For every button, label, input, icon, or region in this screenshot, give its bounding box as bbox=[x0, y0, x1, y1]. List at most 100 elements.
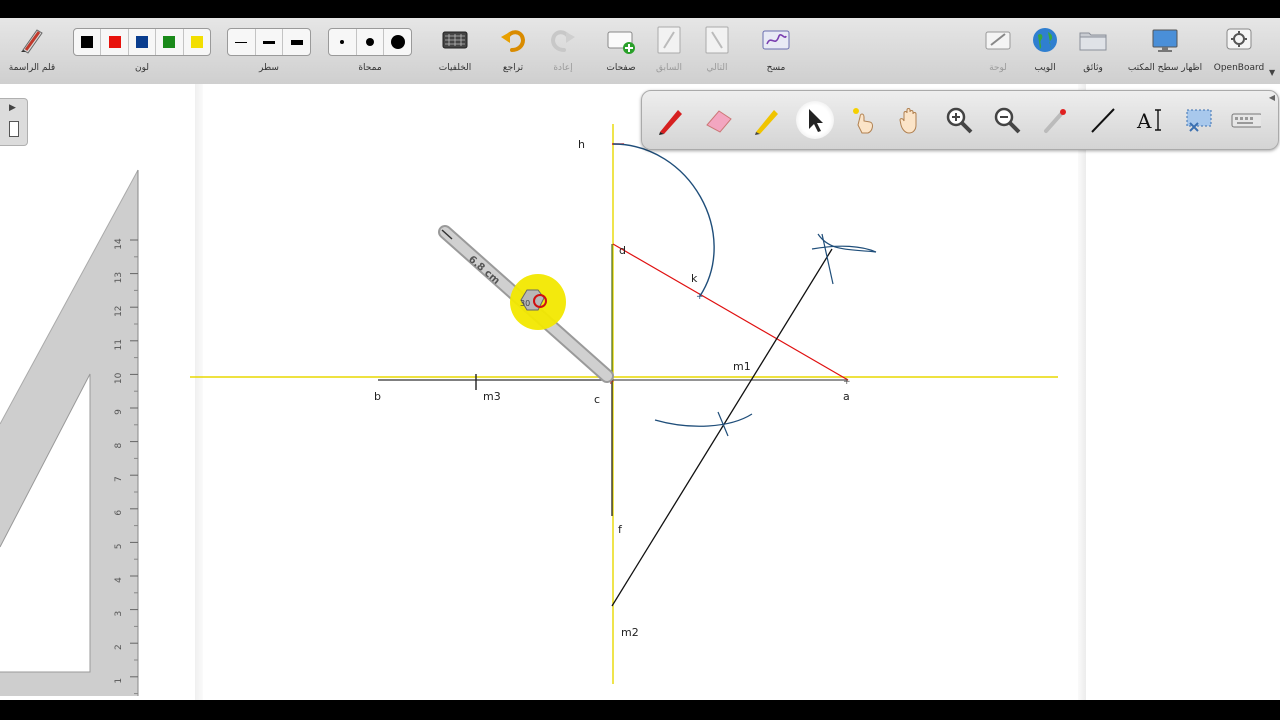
selector-tool-icon bbox=[809, 109, 823, 132]
redo-icon bbox=[550, 30, 575, 52]
capture-tool-button[interactable] bbox=[1180, 101, 1218, 139]
label-k: k bbox=[691, 272, 698, 285]
redo-label: إعادة bbox=[553, 63, 573, 73]
line-label: سطر bbox=[259, 63, 279, 73]
documents-button[interactable]: وثائق bbox=[1070, 18, 1116, 84]
backgrounds-button[interactable]: الخلفيات bbox=[430, 18, 480, 84]
selector-tool-button[interactable] bbox=[796, 101, 834, 139]
hand-tool-icon bbox=[899, 108, 917, 134]
label-m1: m1 bbox=[733, 360, 751, 373]
eraser-large-button[interactable] bbox=[384, 29, 411, 55]
previous-page-button[interactable]: السابق bbox=[646, 18, 692, 84]
svg-text:+: + bbox=[696, 292, 704, 302]
pen-tool-icon bbox=[659, 110, 682, 135]
redo-button[interactable]: إعادة bbox=[540, 18, 586, 84]
next-page-button[interactable]: التالي bbox=[694, 18, 740, 84]
color-swatch bbox=[190, 36, 203, 48]
color-yellow-button[interactable] bbox=[184, 29, 210, 55]
color-red-button[interactable] bbox=[101, 29, 129, 55]
main-toolbar: قلم الراسمة لون سطر ممحاة الخلفيات تراجع… bbox=[0, 18, 1280, 85]
line-thin-button[interactable] bbox=[228, 29, 256, 55]
eraser-size-picker bbox=[328, 28, 412, 56]
label-m3: m3 bbox=[483, 390, 501, 403]
keyboard-tool-button[interactable] bbox=[1228, 101, 1264, 139]
ruler-tick-label: 3 bbox=[114, 611, 124, 617]
line-medium-icon bbox=[263, 40, 275, 44]
line-thick-button[interactable] bbox=[283, 29, 310, 55]
highlighter-tool-button[interactable] bbox=[748, 101, 786, 139]
label-c: c bbox=[594, 393, 600, 406]
line-width-picker bbox=[227, 28, 311, 56]
ruler-tick-label: 12 bbox=[114, 305, 124, 316]
monitor-icon bbox=[1152, 29, 1178, 52]
pen-icon bbox=[21, 29, 43, 54]
floating-tool-palette: A ◀ bbox=[641, 90, 1279, 150]
pen-button[interactable]: قلم الراسمة bbox=[2, 18, 62, 84]
bisector-mark-top bbox=[821, 233, 834, 285]
laser-pointer-tool-button[interactable] bbox=[1036, 101, 1074, 139]
set-square-ruler[interactable] bbox=[0, 84, 139, 696]
show-desktop-button[interactable]: اظهار سطح المكتب bbox=[1120, 18, 1210, 84]
collapse-arrow-icon[interactable]: ◀ bbox=[1269, 93, 1275, 102]
ruler-tick-label: 7 bbox=[114, 476, 124, 482]
segment-da[interactable] bbox=[612, 243, 849, 381]
bisector-arc-bottom[interactable] bbox=[654, 413, 753, 427]
eraser-size-group: ممحاة bbox=[327, 18, 413, 84]
eraser-small-button[interactable] bbox=[329, 29, 357, 55]
pages-label: صفحات bbox=[606, 63, 636, 73]
clear-button[interactable]: مسح bbox=[752, 18, 800, 84]
text-tool-button[interactable]: A bbox=[1132, 101, 1170, 139]
interact-tool-icon bbox=[853, 108, 873, 134]
interact-tool-button[interactable] bbox=[844, 101, 882, 139]
screen-top-border bbox=[0, 0, 1280, 18]
eraser-label: ممحاة bbox=[358, 63, 382, 73]
ruler-tick-label: 6 bbox=[114, 510, 124, 516]
ruler-tick-label: 11 bbox=[114, 339, 124, 350]
pages-button[interactable]: صفحات bbox=[598, 18, 644, 84]
screen-bottom-border bbox=[0, 700, 1280, 720]
ruler-tick-label: 2 bbox=[114, 644, 124, 650]
line-thick-icon bbox=[290, 39, 303, 45]
color-blue-button[interactable] bbox=[129, 29, 157, 55]
ruler-tick-label: 9 bbox=[114, 409, 124, 415]
clear-page-icon bbox=[762, 30, 790, 50]
color-black-button[interactable] bbox=[74, 29, 102, 55]
label-a: a bbox=[843, 390, 850, 403]
undo-button[interactable]: تراجع bbox=[490, 18, 536, 84]
label-h: h bbox=[578, 138, 585, 151]
zoom-out-tool-button[interactable] bbox=[988, 101, 1026, 139]
chevron-down-icon[interactable]: ▼ bbox=[1269, 68, 1275, 77]
backgrounds-label: الخلفيات bbox=[438, 63, 472, 73]
line-medium-button[interactable] bbox=[256, 29, 284, 55]
zoom-in-tool-icon bbox=[946, 107, 973, 134]
documents-label: وثائق bbox=[1083, 63, 1103, 73]
backgrounds-icon bbox=[442, 31, 468, 49]
board-button[interactable]: لوحة bbox=[976, 18, 1020, 84]
openboard-label: OpenBoard bbox=[1213, 63, 1265, 73]
openboard-menu-button[interactable]: OpenBoard bbox=[1210, 18, 1268, 84]
zoom-in-tool-button[interactable] bbox=[940, 101, 978, 139]
ruler-tick-label: 14 bbox=[114, 238, 124, 250]
board-canvas[interactable]: ▶ 14 13 12 11 10 9 8 7 6 5 4 3 2 1 + + +… bbox=[0, 84, 1280, 700]
bisector-line[interactable] bbox=[611, 248, 833, 607]
eraser-tool-button[interactable] bbox=[700, 101, 738, 139]
line-tool-button[interactable] bbox=[1084, 101, 1122, 139]
add-page-icon bbox=[607, 31, 635, 54]
next-page-icon bbox=[705, 26, 729, 54]
dot-small-icon bbox=[340, 40, 345, 44]
hand-tool-button[interactable] bbox=[892, 101, 930, 139]
text-tool-icon: A bbox=[1136, 109, 1161, 133]
previous-page-icon bbox=[657, 26, 681, 54]
eraser-medium-button[interactable] bbox=[357, 29, 385, 55]
previous-label: السابق bbox=[655, 63, 683, 73]
compass-tool[interactable]: 30 6.8 cm bbox=[438, 225, 614, 383]
label-m2: m2 bbox=[621, 626, 639, 639]
color-green-button[interactable] bbox=[156, 29, 184, 55]
capture-tool-icon bbox=[1186, 109, 1212, 132]
undo-icon bbox=[501, 30, 526, 52]
pen-tool-button[interactable] bbox=[652, 101, 690, 139]
dot-medium-icon bbox=[366, 38, 374, 46]
color-swatch bbox=[136, 36, 149, 48]
line-tool-icon bbox=[1091, 108, 1115, 133]
web-button[interactable]: الويب bbox=[1023, 18, 1067, 84]
